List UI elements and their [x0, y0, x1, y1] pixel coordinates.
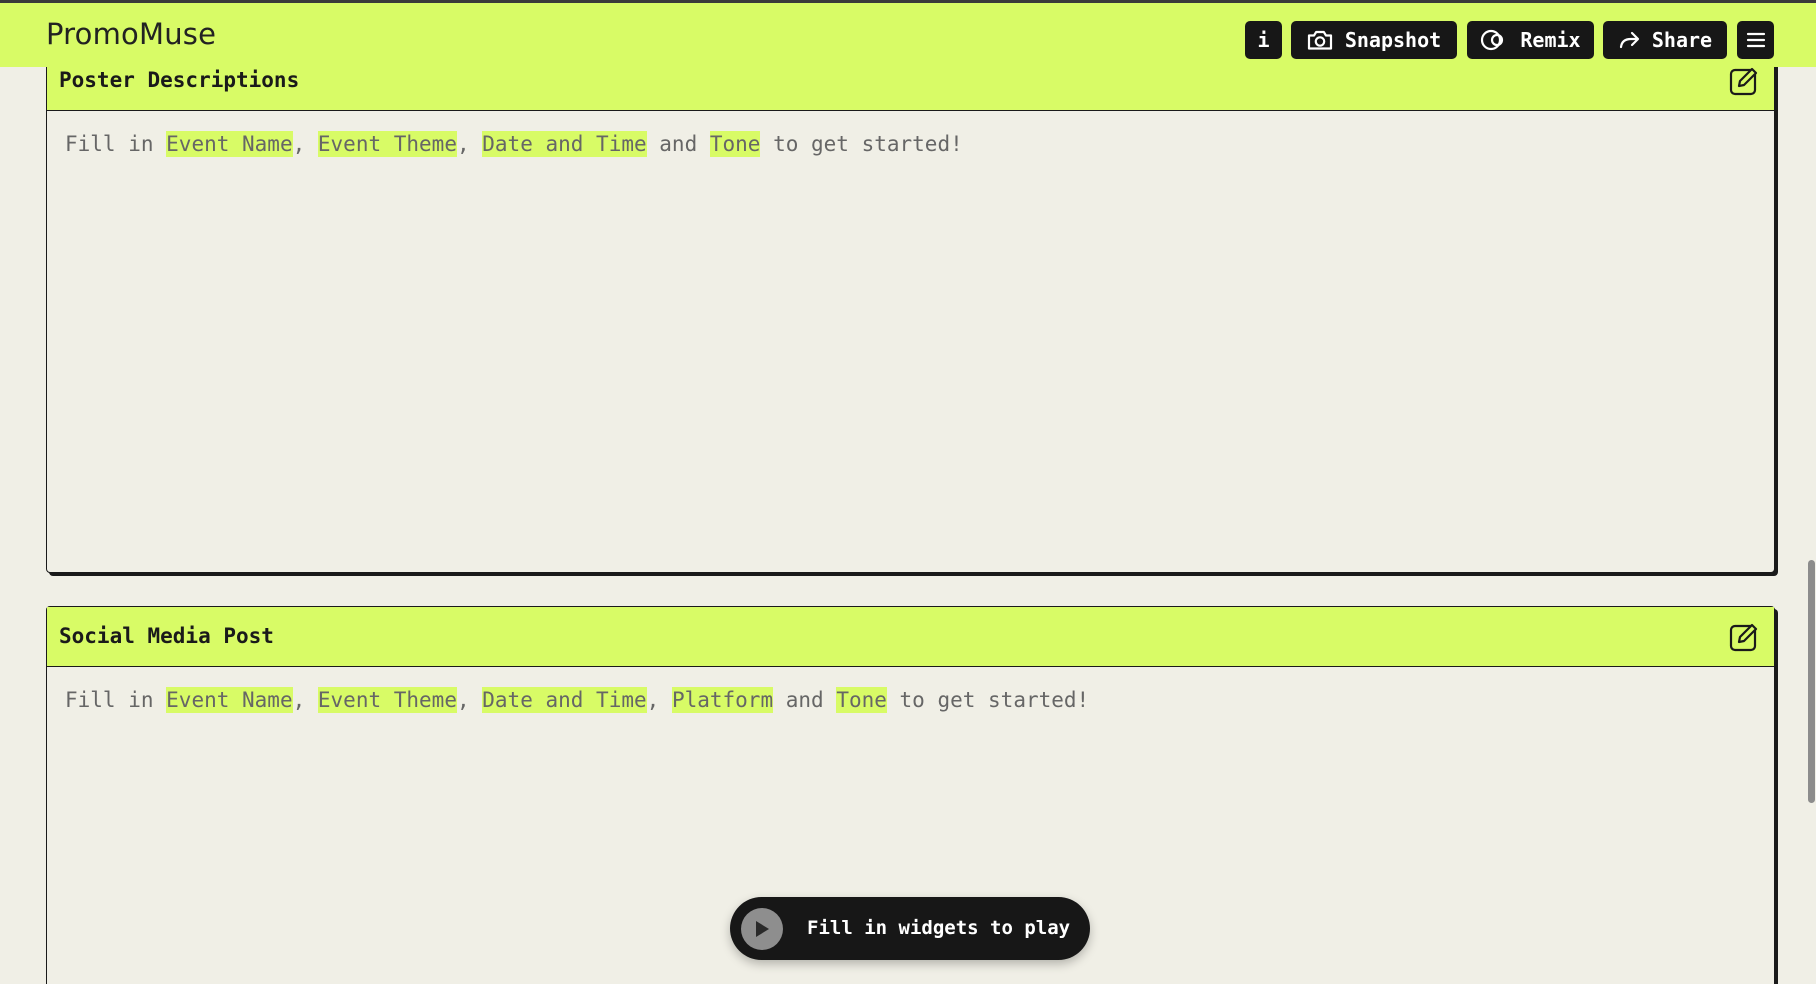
prompt-text: and	[773, 688, 837, 712]
card-header: Social Media Post	[47, 607, 1774, 667]
widget-chip[interactable]: Tone	[836, 687, 887, 713]
card-title: Social Media Post	[59, 624, 274, 648]
edit-button[interactable]	[1728, 65, 1760, 97]
widget-chip[interactable]: Event Theme	[317, 687, 457, 713]
widget-chip[interactable]: Date and Time	[482, 687, 647, 713]
menu-button[interactable]	[1737, 21, 1774, 59]
snapshot-button[interactable]: Snapshot	[1291, 21, 1457, 59]
prompt-text: ,	[646, 688, 672, 712]
widget-chip[interactable]: Tone	[709, 131, 761, 157]
share-arrow-icon	[1618, 30, 1640, 50]
edit-button[interactable]	[1728, 621, 1760, 653]
scrollbar-thumb[interactable]	[1808, 560, 1815, 803]
scrollbar[interactable]	[1806, 67, 1816, 984]
camera-icon	[1307, 29, 1333, 51]
app-title: PromoMuse	[46, 17, 217, 51]
widget-chip[interactable]: Date and Time	[482, 131, 647, 157]
share-label: Share	[1651, 28, 1713, 52]
hamburger-menu-icon	[1746, 31, 1766, 49]
play-label: Fill in widgets to play	[807, 917, 1071, 939]
prompt-text: ,	[292, 132, 318, 156]
share-button[interactable]: Share	[1603, 21, 1727, 59]
prompt-text: Fill in	[65, 132, 167, 156]
card-title: Poster Descriptions	[59, 68, 300, 92]
edit-icon	[1729, 67, 1758, 96]
play-icon	[741, 908, 783, 950]
prompt-text: to get started!	[760, 132, 963, 156]
app-header: PromoMuse i Snapshot Remix Share	[0, 3, 1816, 67]
edit-icon	[1729, 623, 1758, 652]
prompt-text: ,	[456, 132, 483, 156]
remix-icon	[1480, 29, 1508, 51]
prompt-text: ,	[292, 688, 318, 712]
remix-button[interactable]: Remix	[1467, 21, 1594, 59]
poster-descriptions-card: Poster Descriptions Fill in Event Name, …	[46, 50, 1775, 573]
info-button-label: i	[1257, 28, 1270, 52]
card-body: Fill in Event Name, Event Theme, Date an…	[47, 667, 1774, 734]
play-button[interactable]: Fill in widgets to play	[730, 897, 1090, 960]
snapshot-label: Snapshot	[1344, 28, 1442, 52]
widget-chip[interactable]: Event Theme	[317, 131, 457, 157]
widget-chip[interactable]: Event Name	[166, 687, 293, 713]
widget-chip[interactable]: Event Name	[166, 131, 293, 157]
remix-label: Remix	[1520, 28, 1581, 52]
prompt-text: to get started!	[886, 688, 1090, 712]
prompt-text: Fill in	[65, 688, 167, 712]
prompt-text: ,	[456, 688, 483, 712]
info-button[interactable]: i	[1245, 21, 1282, 59]
widget-chip[interactable]: Platform	[671, 687, 774, 713]
card-body: Fill in Event Name, Event Theme, Date an…	[47, 111, 1774, 178]
prompt-text: and	[646, 132, 710, 156]
